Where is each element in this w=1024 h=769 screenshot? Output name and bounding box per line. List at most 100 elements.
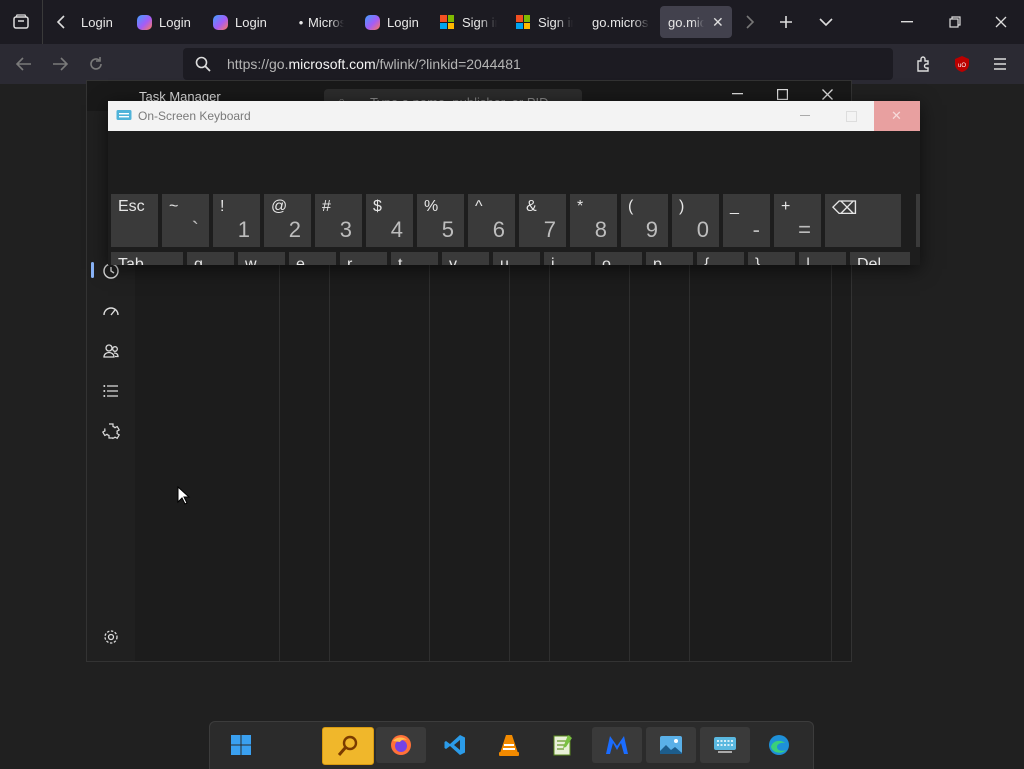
vlc-icon[interactable] — [484, 727, 534, 763]
tab-go-microsoft[interactable]: go.micros — [592, 6, 650, 38]
edge-icon[interactable] — [754, 727, 804, 763]
new-tab-icon[interactable] — [774, 0, 798, 44]
tab-go-microsoft-active[interactable]: go.micro ✕ — [660, 6, 732, 38]
malwarebytes-icon[interactable] — [592, 727, 642, 763]
microsoft-logo-icon — [439, 14, 455, 30]
key-partial[interactable] — [916, 194, 920, 247]
key-top-label: $ — [373, 198, 382, 215]
key--[interactable]: _ - — [723, 194, 770, 247]
firefox-icon[interactable] — [376, 727, 426, 763]
key-p[interactable]: p — [646, 252, 693, 265]
forward-icon[interactable] — [48, 52, 72, 76]
ublock-origin-icon[interactable]: uO — [950, 52, 974, 76]
tab-login-1[interactable]: Login — [81, 6, 131, 38]
selected-indicator — [91, 262, 94, 278]
key-del[interactable]: Del — [850, 252, 910, 265]
task-manager-table — [135, 263, 851, 661]
key-y[interactable]: y — [442, 252, 489, 265]
key-}[interactable]: } — [748, 252, 795, 265]
services-icon[interactable] — [101, 421, 121, 441]
key-esc[interactable]: Esc — [111, 194, 158, 247]
key-{[interactable]: { — [697, 252, 744, 265]
tab-microsoft[interactable]: • Micros — [298, 6, 344, 38]
close-window-icon[interactable] — [984, 0, 1018, 44]
key-5[interactable]: % 5 — [417, 194, 464, 247]
key-=[interactable]: + = — [774, 194, 821, 247]
browser-tab-bar: Login Login Login • Micros Login Sign in… — [0, 0, 1024, 44]
key-label: q — [194, 256, 203, 265]
key-8[interactable]: * 8 — [570, 194, 617, 247]
search-app-icon[interactable] — [322, 727, 374, 765]
tab-login-4[interactable]: Login — [364, 6, 426, 38]
key-t[interactable]: t — [391, 252, 438, 265]
key-0[interactable]: ) 0 — [672, 194, 719, 247]
key-|[interactable]: | — [799, 252, 846, 265]
url-host: microsoft.com — [288, 56, 376, 72]
back-icon[interactable] — [12, 52, 36, 76]
url-prefix: https://go. — [227, 56, 289, 72]
vscode-icon[interactable] — [430, 727, 480, 763]
copilot-icon — [212, 14, 228, 30]
settings-gear-icon[interactable] — [101, 627, 121, 647]
copilot-icon — [136, 14, 152, 30]
tabs-scroll-left-icon[interactable] — [50, 0, 72, 44]
menu-icon[interactable] — [988, 52, 1012, 76]
reload-icon[interactable] — [84, 52, 108, 76]
notepadpp-icon[interactable] — [538, 727, 588, 763]
start-button[interactable] — [216, 727, 266, 763]
osk-titlebar: On-Screen Keyboard ✕ — [108, 101, 920, 131]
key-bottom-label: 4 — [390, 217, 403, 242]
key-label: r — [347, 256, 353, 265]
tab-label: Login — [81, 14, 113, 30]
key-q[interactable]: q — [187, 252, 234, 265]
osk-close-button[interactable]: ✕ — [874, 101, 920, 131]
restore-icon[interactable] — [938, 0, 972, 44]
extensions-icon[interactable] — [912, 52, 936, 76]
key-6[interactable]: ^ 6 — [468, 194, 515, 247]
key-u[interactable]: u — [493, 252, 540, 265]
key-bottom-label: 0 — [696, 217, 709, 242]
minimize-icon[interactable] — [890, 0, 924, 44]
key-o[interactable]: o — [595, 252, 642, 265]
users-icon[interactable] — [101, 341, 121, 361]
osk-maximize-icon[interactable] — [846, 111, 857, 122]
column-divider — [429, 263, 430, 661]
tab-sign-in-2[interactable]: Sign in — [515, 6, 573, 38]
tab-login-2[interactable]: Login — [136, 6, 198, 38]
details-list-icon[interactable] — [101, 381, 121, 401]
key-label: | — [806, 256, 811, 265]
tabs-scroll-right-icon[interactable] — [740, 0, 760, 44]
key-bottom-label: = — [798, 217, 811, 242]
url-path: /fwlink/?linkid=2044481 — [375, 56, 521, 72]
key-w[interactable]: w — [238, 252, 285, 265]
key-backspace[interactable]: ⌫ — [825, 194, 901, 247]
tab-close-icon[interactable]: ✕ — [712, 14, 724, 31]
key-tab[interactable]: Tab — [111, 252, 183, 265]
tab-sign-in-1[interactable]: Sign in — [439, 6, 497, 38]
key-e[interactable]: e — [289, 252, 336, 265]
key-i[interactable]: i — [544, 252, 591, 265]
key-bottom-label: 8 — [594, 217, 607, 242]
on-screen-keyboard-taskbar-icon[interactable] — [700, 727, 750, 763]
key-`[interactable]: ~ ` — [162, 194, 209, 247]
key-r[interactable]: r — [340, 252, 387, 265]
key-2[interactable]: @2 — [264, 194, 311, 247]
key-bottom-label: 5 — [441, 217, 454, 242]
browser-nav-bar: https://go.microsoft.com/fwlink/?linkid=… — [0, 44, 1024, 84]
url-bar[interactable]: https://go.microsoft.com/fwlink/?linkid=… — [183, 48, 893, 80]
keyboard-app-icon — [116, 108, 132, 122]
list-all-tabs-icon[interactable] — [814, 0, 838, 44]
search-icon — [191, 52, 215, 76]
key-label: p — [653, 256, 662, 265]
tab-login-3[interactable]: Login — [212, 6, 274, 38]
key-3[interactable]: #3 — [315, 194, 362, 247]
photos-icon[interactable] — [646, 727, 696, 763]
tab-overview-icon[interactable] — [8, 0, 34, 44]
key-bottom-label: 3 — [339, 217, 352, 242]
key-9[interactable]: (9 — [621, 194, 668, 247]
key-7[interactable]: & 7 — [519, 194, 566, 247]
key-4[interactable]: $4 — [366, 194, 413, 247]
osk-minimize-icon[interactable] — [800, 115, 810, 116]
startup-apps-icon[interactable] — [101, 301, 121, 321]
key-1[interactable]: ! 1 — [213, 194, 260, 247]
